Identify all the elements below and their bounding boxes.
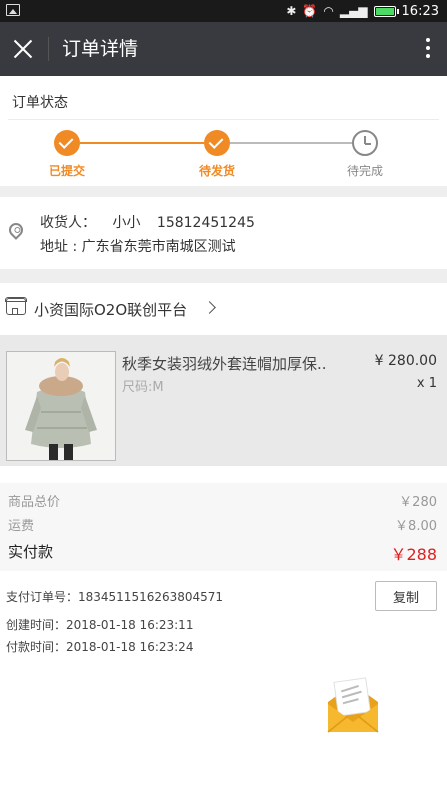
section-gap bbox=[0, 186, 447, 197]
message-envelope-icon[interactable] bbox=[326, 676, 380, 734]
status-icons: ✱ ⏰ ◠ ▂▄▆ 16:23 bbox=[286, 2, 439, 20]
order-number: 支付订单号：1834511516263804571 bbox=[6, 590, 224, 604]
product-name: 秋季女装羽绒外套连帽加厚保.. bbox=[122, 355, 327, 373]
product-image bbox=[6, 351, 116, 461]
shop-icon bbox=[5, 297, 27, 315]
divider bbox=[8, 119, 439, 120]
title-divider bbox=[48, 37, 49, 61]
recipient-phone: 15812451245 bbox=[156, 215, 255, 231]
section-gap bbox=[0, 466, 447, 483]
image-notification-icon bbox=[6, 4, 20, 16]
chevron-right-icon bbox=[203, 301, 216, 314]
created-time: 创建时间：2018-01-18 16:23:11 bbox=[6, 618, 194, 632]
order-status-label: 订单状态 bbox=[12, 95, 68, 111]
product-size: 尺码:M bbox=[122, 380, 164, 395]
step-label-awaiting-shipment: 待发货 bbox=[198, 164, 235, 178]
cost-summary: 商品总价 ￥280 运费 ￥8.00 实付款 ￥288 bbox=[0, 483, 447, 571]
step-submitted-check-icon bbox=[54, 130, 80, 156]
page-title: 订单详情 bbox=[62, 38, 139, 60]
shipping-row: 运费 ￥8.00 bbox=[8, 515, 437, 534]
title-bar: 订单详情 bbox=[0, 22, 447, 76]
close-button[interactable] bbox=[10, 36, 36, 62]
recipient-line: 收货人： 小小 15812451245 bbox=[40, 212, 267, 232]
subtotal-row: 商品总价 ￥280 bbox=[8, 491, 437, 510]
progress-line-pending bbox=[230, 142, 354, 144]
location-pin-icon bbox=[6, 220, 26, 240]
subtotal-value: ￥280 bbox=[399, 495, 437, 510]
total-value: ￥288 bbox=[390, 545, 437, 564]
total-label: 实付款 bbox=[8, 543, 54, 561]
step-awaiting-shipment-check-icon bbox=[204, 130, 230, 156]
wifi-icon: ◠ bbox=[323, 4, 334, 18]
product-price: ¥ 280.00 bbox=[374, 353, 437, 369]
more-options-button[interactable] bbox=[425, 38, 431, 62]
shipping-label: 运费 bbox=[8, 519, 35, 534]
status-bar: ✱ ⏰ ◠ ▂▄▆ 16:23 bbox=[0, 0, 447, 22]
shop-row[interactable]: 小资国际O2O联创平台 bbox=[0, 283, 447, 335]
step-label-pending: 待完成 bbox=[346, 164, 383, 178]
product-item[interactable]: 秋季女装羽绒外套连帽加厚保.. 尺码:M ¥ 280.00 x 1 bbox=[0, 335, 447, 466]
recipient-name: 小小 bbox=[112, 215, 141, 231]
step-pending-clock-icon bbox=[352, 130, 378, 156]
shipping-value: ￥8.00 bbox=[395, 519, 437, 534]
copy-button[interactable]: 复制 bbox=[375, 581, 437, 611]
battery-icon bbox=[373, 5, 399, 17]
product-quantity: x 1 bbox=[416, 376, 437, 391]
signal-icon: ▂▄▆ bbox=[339, 4, 368, 18]
section-gap bbox=[0, 269, 447, 283]
subtotal-label: 商品总价 bbox=[8, 495, 61, 510]
address-text: 地址 : 广东省东莞市南城区测试 bbox=[40, 239, 236, 255]
paid-time: 付款时间：2018-01-18 16:23:24 bbox=[6, 640, 194, 654]
alarm-icon: ⏰ bbox=[302, 4, 318, 18]
recipient-label: 收货人： bbox=[40, 215, 96, 231]
shipping-address-section: 收货人： 小小 15812451245 地址 : 广东省东莞市南城区测试 bbox=[0, 197, 447, 269]
order-status-section: 订单状态 已提交 待发货 待完成 bbox=[0, 76, 447, 186]
shop-name: 小资国际O2O联创平台 bbox=[34, 301, 188, 319]
bluetooth-icon: ✱ bbox=[286, 4, 297, 18]
total-row: 实付款 ￥288 bbox=[8, 541, 437, 564]
progress-line-done bbox=[80, 142, 204, 144]
step-label-submitted: 已提交 bbox=[48, 164, 85, 178]
clock: 16:23 bbox=[401, 3, 439, 19]
